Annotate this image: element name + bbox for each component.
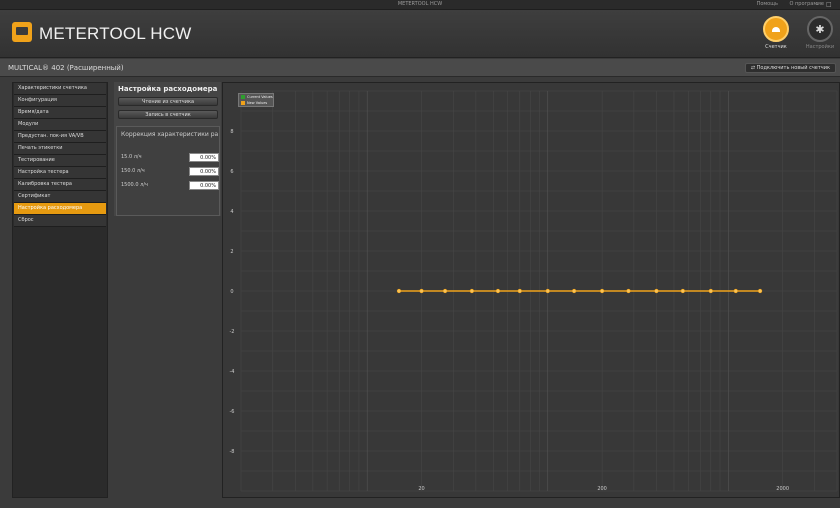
x-tick-label: 2000 <box>776 486 789 492</box>
correction-group: Коррекция характеристики ра 15.0 л/ч 0.0… <box>116 126 220 216</box>
meter-icon <box>763 16 789 42</box>
series-point <box>572 288 577 294</box>
y-tick-label: 4 <box>230 209 233 215</box>
nav-settings-button[interactable]: Настройки <box>800 16 840 56</box>
flow-label-1: 15.0 л/ч <box>121 154 142 160</box>
sidebar-item-meter-characteristics[interactable]: Характеристики счетчика <box>14 83 106 95</box>
series-point <box>599 288 605 294</box>
series-point <box>495 288 501 294</box>
sidebar-item-flowmeter-setup[interactable]: Настройка расходомера <box>14 203 106 215</box>
y-tick-label: 0 <box>230 289 233 295</box>
series-point <box>708 288 713 294</box>
series-point <box>517 288 522 294</box>
sidebar-item-modules[interactable]: Модули <box>14 119 106 131</box>
series-point <box>757 288 763 294</box>
sidebar-item-preset-va-vb[interactable]: Предустан. пок-ия VA/VB <box>14 131 106 143</box>
correction-input-2[interactable]: 0.00% <box>189 167 219 176</box>
panel-title: Настройка расходомера <box>118 85 218 93</box>
app-window: METERTOOL HCW Помощь О программе – □ MET… <box>0 0 840 508</box>
series-point <box>419 288 424 294</box>
sidebar-item-time-date[interactable]: Время/дата <box>14 107 106 119</box>
device-bar: MULTICAL® 402 (Расширенный) ⇄ Подключить… <box>0 59 840 77</box>
x-tick-label: 20 <box>418 486 424 492</box>
y-tick-label: 2 <box>230 249 233 255</box>
sidebar-item-tester-calibration[interactable]: Калибровка тестера <box>14 179 106 191</box>
title-links: Помощь О программе <box>747 1 824 7</box>
app-title: METERTOOL HCW <box>39 24 192 43</box>
series-point <box>733 288 738 294</box>
chart-legend: Current Values New Values <box>238 93 274 107</box>
sidebar-item-configuration[interactable]: Конфигурация <box>14 95 106 107</box>
y-tick-label: -2 <box>230 329 235 335</box>
correction-title: Коррекция характеристики ра <box>121 131 219 138</box>
maximize-button[interactable]: □ <box>826 1 832 9</box>
y-tick-label: -6 <box>230 409 235 415</box>
minimize-button[interactable]: – <box>816 1 819 9</box>
series-point <box>626 288 631 294</box>
series-point <box>545 288 550 294</box>
sidebar-item-testing[interactable]: Тестирование <box>14 155 106 167</box>
correction-input-3[interactable]: 0.00% <box>189 181 219 190</box>
y-tick-label: -8 <box>230 449 235 455</box>
connect-new-meter-button[interactable]: ⇄ Подключить новый счетчик <box>744 63 836 73</box>
sidebar-item-print-label[interactable]: Печать этикетки <box>14 143 106 155</box>
series-point <box>442 288 448 294</box>
read-from-meter-button[interactable]: Чтение из счетчика <box>118 97 218 106</box>
nav-settings-label: Настройки <box>805 44 835 50</box>
sidebar-item-reset[interactable]: Сброс <box>14 215 106 227</box>
series-point <box>396 288 402 294</box>
legend-current-label: Current Values <box>247 95 273 99</box>
series-point <box>680 288 685 294</box>
help-link[interactable]: Помощь <box>757 1 778 7</box>
flowmeter-settings-panel: Настройка расходомера Чтение из счетчика… <box>114 82 221 216</box>
legend-swatch-new <box>241 101 245 105</box>
app-logo-icon <box>12 22 32 42</box>
nav-meter-label: Счетчик <box>765 44 787 50</box>
nav-meter-button[interactable]: Счетчик <box>756 16 796 56</box>
sidebar: Характеристики счетчика Конфигурация Вре… <box>12 82 108 498</box>
y-tick-label: -4 <box>230 369 235 375</box>
write-to-meter-button[interactable]: Запись в счетчик <box>118 110 218 119</box>
legend-new: New Values <box>239 100 273 106</box>
flow-label-3: 1500.0 л/ч <box>121 182 148 188</box>
correction-chart: 8 6 4 2 0 -2 -4 -6 -8 20 200 2000 <box>222 82 840 498</box>
title-bar: METERTOOL HCW Помощь О программе – □ <box>0 0 840 10</box>
series-point <box>469 288 474 294</box>
sidebar-item-certificate[interactable]: Сертификат <box>14 191 106 203</box>
legend-swatch-current <box>241 95 245 99</box>
x-tick-label: 200 <box>597 486 607 492</box>
sidebar-item-tester-setup[interactable]: Настройка тестера <box>14 167 106 179</box>
app-header: METERTOOL HCW Счетчик Настройки <box>0 10 840 58</box>
y-tick-label: 6 <box>230 169 233 175</box>
flow-label-2: 150.0 л/ч <box>121 168 145 174</box>
device-name: MULTICAL® 402 (Расширенный) <box>8 64 124 72</box>
y-tick-label: 8 <box>230 129 233 135</box>
series-point <box>654 288 659 294</box>
gear-icon <box>807 16 833 42</box>
chart-svg: 86420-2-4-6-820 200 2000 <box>230 90 838 492</box>
window-title: METERTOOL HCW <box>397 1 443 7</box>
legend-new-label: New Values <box>247 101 268 105</box>
connect-label: Подключить новый счетчик <box>756 65 830 71</box>
correction-input-1[interactable]: 0.00% <box>189 153 219 162</box>
